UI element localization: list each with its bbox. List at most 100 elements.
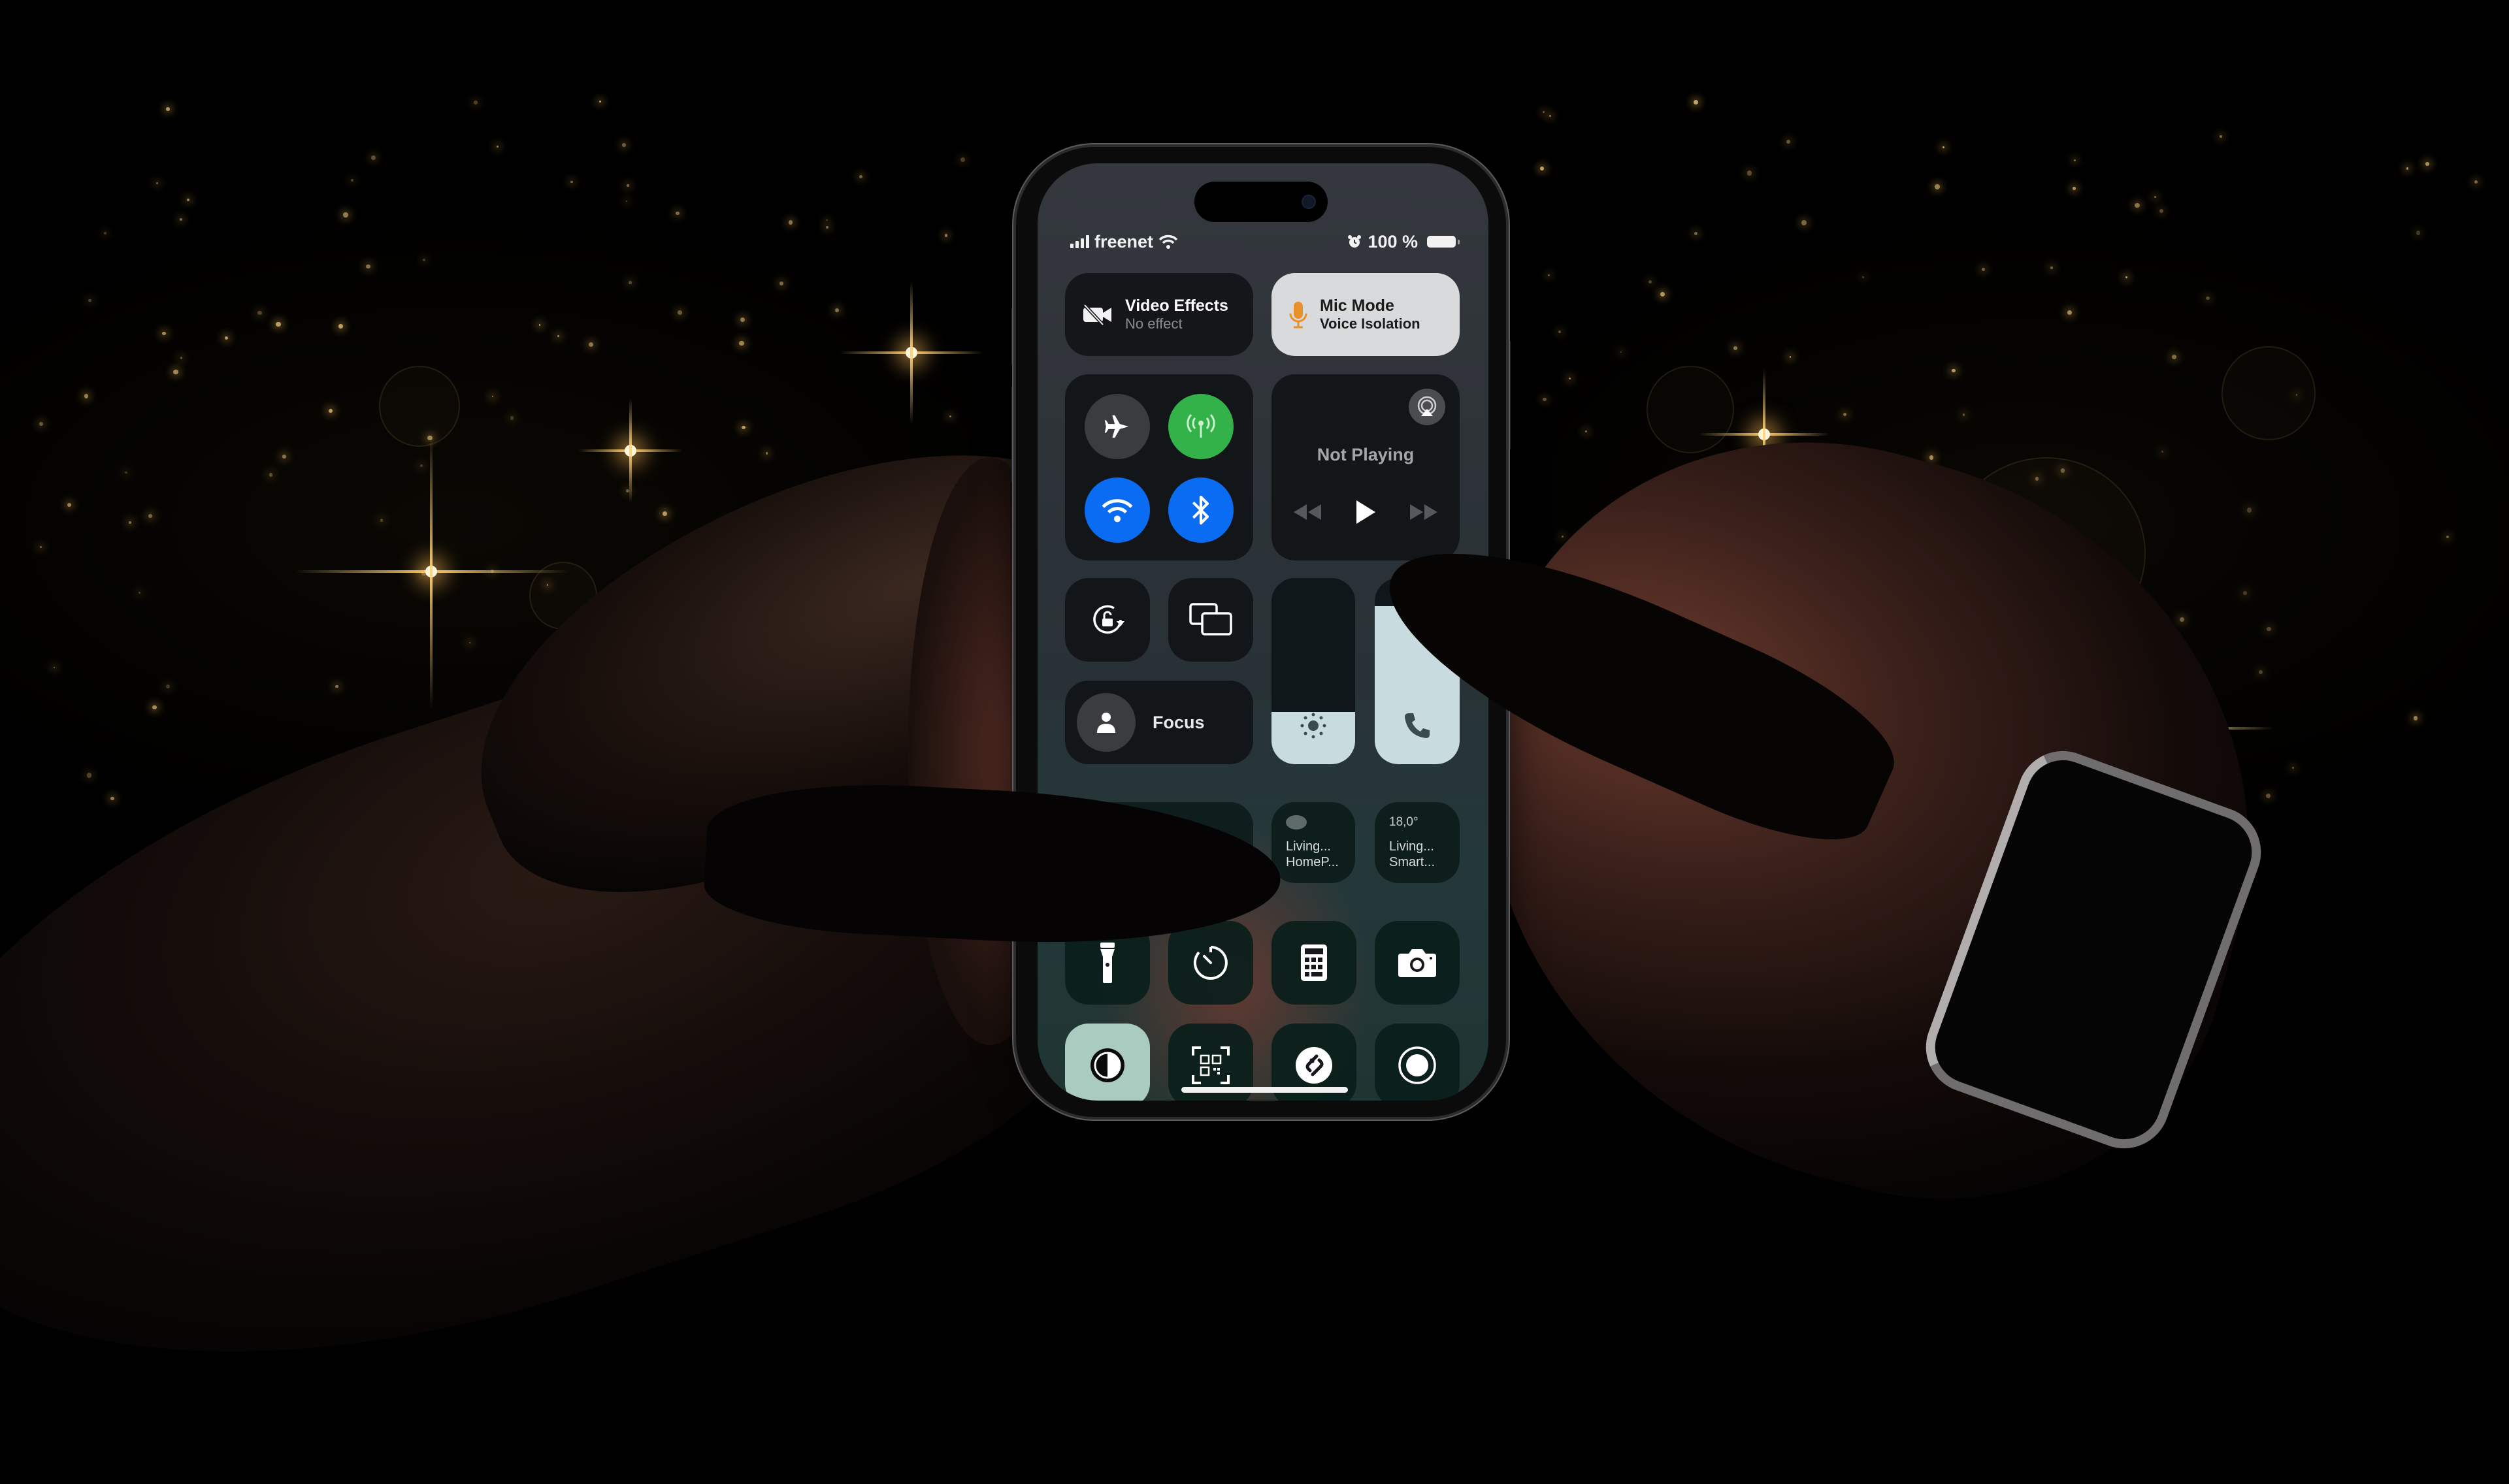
sparkle-dot [86, 773, 92, 778]
wifi-icon [1102, 499, 1133, 523]
person-icon [1097, 713, 1115, 733]
bokeh-circle [1647, 366, 1734, 453]
sparkle-dot [1929, 455, 1933, 460]
mic-mode-button[interactable]: Mic Mode Voice Isolation [1271, 273, 1460, 356]
sparkle-dot [1694, 231, 1698, 235]
screen-mirroring-icon [1189, 603, 1232, 636]
play-button[interactable] [1354, 498, 1377, 526]
sparkle-dot [1549, 114, 1551, 118]
microphone-icon [1289, 301, 1307, 328]
timer-button[interactable] [1168, 921, 1253, 1005]
sparkle-dot [2154, 195, 2156, 198]
sparkle-dot [110, 797, 114, 801]
screen-recording-button[interactable] [1375, 1024, 1460, 1101]
video-effects-title: Video Effects [1125, 297, 1228, 315]
sparkle-dot [2159, 208, 2164, 213]
sparkle-dot [148, 514, 152, 518]
sparkle-dot [539, 324, 541, 326]
sparkle-dot [335, 685, 338, 688]
sparkle-dot [1935, 184, 1940, 189]
sparkle-dot [826, 219, 828, 221]
battery-percentage: 100 % [1368, 231, 1418, 251]
sparkle-dot [468, 641, 470, 644]
timer-icon [1193, 946, 1228, 980]
dynamic-island [1194, 182, 1328, 222]
sparkle-dot [1747, 170, 1752, 176]
sparkle-dot [2073, 187, 2076, 190]
thermostat-room: Living... [1389, 839, 1434, 854]
front-camera [1302, 195, 1316, 209]
cellular-signal-icon [1070, 235, 1089, 248]
sparkle-dot [2258, 669, 2263, 674]
sparkle-dot [944, 234, 948, 237]
sparkle-dot [84, 394, 89, 398]
home-indicator[interactable] [1181, 1087, 1348, 1093]
sparkle-dot [2406, 167, 2408, 170]
sparkle-dot [739, 340, 744, 346]
sparkle-dot [629, 280, 632, 284]
dark-mode-icon [1091, 1048, 1124, 1082]
airplay-button[interactable] [1409, 389, 1445, 425]
sparkle-dot [2246, 508, 2252, 513]
focus-icon-circle [1077, 693, 1136, 752]
battery-icon [1427, 236, 1460, 248]
orientation-lock-button[interactable] [1065, 578, 1150, 662]
calculator-button[interactable] [1271, 921, 1356, 1005]
mic-mode-title: Mic Mode [1320, 297, 1394, 315]
sparkle-dot [2219, 135, 2222, 138]
fast-forward-button[interactable] [1409, 502, 1440, 522]
sparkle-dot [2074, 159, 2076, 161]
bluetooth-toggle[interactable] [1168, 477, 1234, 543]
sparkle-dot [366, 264, 370, 269]
carrier-name: freenet [1094, 231, 1154, 251]
airplane-mode-toggle[interactable] [1085, 394, 1150, 459]
sparkle-dot [627, 184, 630, 187]
video-slash-icon [1083, 303, 1111, 326]
flashlight-icon [1100, 943, 1115, 983]
phone-icon [1405, 713, 1430, 738]
homepod-tile[interactable]: Living... HomeP... [1271, 802, 1355, 883]
cellular-data-toggle[interactable] [1168, 394, 1234, 459]
sparkle-dot [1962, 413, 1965, 416]
sparkle-dot [2161, 451, 2163, 453]
sparkle-dot [663, 511, 667, 516]
record-icon [1398, 1046, 1436, 1084]
sparkle-dot [510, 416, 514, 420]
sparkle-dot [187, 199, 189, 201]
camera-button[interactable] [1375, 921, 1460, 1005]
focus-label: Focus [1153, 712, 1205, 732]
sparkle-dot [419, 464, 423, 467]
rewind-button[interactable] [1291, 502, 1322, 522]
sparkle-dot [742, 425, 746, 430]
focus-button[interactable]: Focus [1065, 681, 1253, 764]
antenna-icon [1187, 413, 1215, 438]
sparkle-dot [1952, 368, 1956, 373]
mic-mode-status: Voice Isolation [1320, 315, 1420, 332]
sparkle-dot [180, 357, 183, 359]
sparkle-dot [473, 101, 478, 105]
sparkle-dot [1543, 397, 1547, 401]
sparkle-dot [2416, 231, 2421, 235]
sparkle-dot [1943, 146, 1945, 148]
sparkle-dot [257, 310, 262, 315]
thermostat-tile[interactable]: 18,0° Living... Smart... [1375, 802, 1460, 883]
sparkle-dot [2050, 266, 2053, 269]
rotation-lock-icon [1093, 605, 1124, 634]
homepod-room: Living... [1286, 839, 1331, 854]
wifi-status-icon [1158, 234, 1178, 249]
brightness-slider[interactable] [1271, 578, 1355, 764]
video-effects-button[interactable]: Video Effects No effect [1065, 273, 1253, 356]
sparkle-dot [2425, 162, 2429, 167]
thermostat-temperature: 18,0° [1389, 815, 1418, 829]
sparkle-dot [343, 212, 348, 218]
sparkle-dot [180, 218, 182, 221]
screen-mirroring-button[interactable] [1168, 578, 1253, 662]
sparkle-dot [1733, 346, 1737, 351]
alarm-icon [1348, 235, 1362, 248]
sun-icon [1300, 713, 1326, 739]
bokeh-circle [2222, 346, 2316, 440]
sparkle-dot [1660, 292, 1665, 297]
shazam-icon [1296, 1047, 1332, 1084]
wifi-toggle[interactable] [1085, 477, 1150, 543]
dark-mode-button[interactable] [1065, 1024, 1150, 1101]
